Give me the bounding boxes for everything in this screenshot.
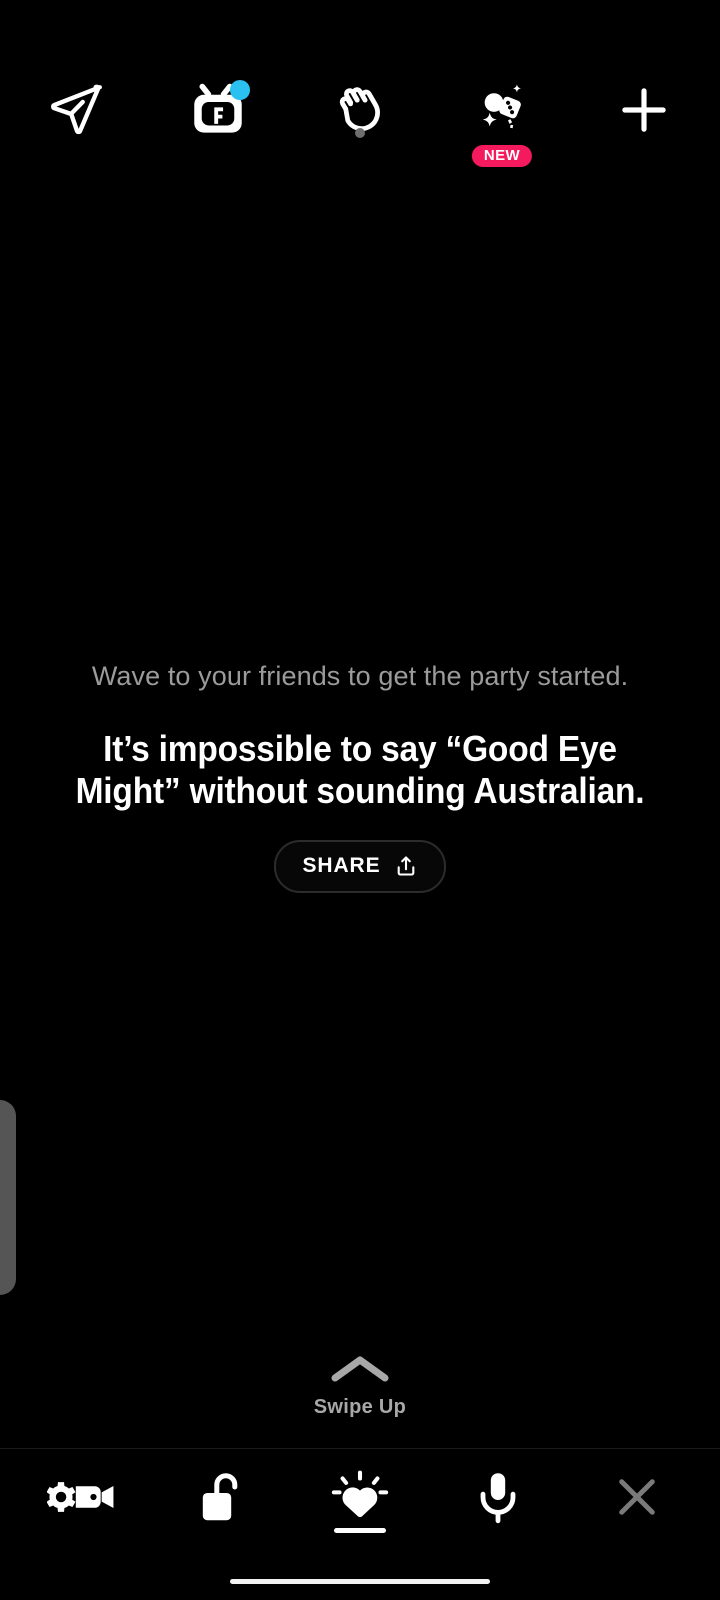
wave-icon-wrap bbox=[324, 74, 396, 146]
camera-settings-button[interactable] bbox=[28, 1449, 138, 1545]
wave-status-dot bbox=[355, 128, 365, 138]
top-bar-item-wave[interactable] bbox=[314, 55, 406, 165]
add-icon-wrap bbox=[608, 74, 680, 146]
share-row: SHARE bbox=[28, 839, 692, 893]
shining-heart-icon bbox=[331, 1469, 389, 1525]
new-badge: NEW bbox=[471, 145, 533, 167]
effects-active-indicator bbox=[333, 1527, 386, 1533]
wave-prompt-text: Wave to your friends to get the party st… bbox=[91, 661, 629, 691]
effects-button[interactable] bbox=[305, 1449, 415, 1545]
paper-plane-icon bbox=[45, 79, 107, 141]
games-icon-wrap bbox=[466, 74, 538, 146]
share-upload-icon bbox=[394, 854, 418, 878]
joke-headline: It’s impossible to say “Good Eye Might” … bbox=[75, 727, 645, 811]
top-bar-item-games[interactable]: NEW bbox=[456, 55, 548, 167]
top-bar-item-add[interactable] bbox=[598, 55, 690, 165]
lock-room-button[interactable] bbox=[167, 1449, 277, 1545]
top-bar-item-watch[interactable] bbox=[172, 55, 264, 165]
home-indicator bbox=[230, 1579, 490, 1584]
swipe-up-label: Swipe Up bbox=[313, 1396, 407, 1418]
bottom-toolbar bbox=[0, 1448, 720, 1544]
close-button[interactable] bbox=[582, 1449, 692, 1545]
watch-notification-dot bbox=[230, 80, 250, 100]
center-content: Wave to your friends to get the party st… bbox=[0, 660, 720, 893]
top-bar: NEW bbox=[0, 0, 720, 190]
close-x-icon bbox=[610, 1470, 664, 1524]
microphone-icon bbox=[476, 1469, 520, 1525]
chevron-up-icon bbox=[328, 1352, 392, 1388]
drawer-handle[interactable] bbox=[0, 1100, 16, 1295]
watch-icon-wrap bbox=[182, 74, 254, 146]
share-button[interactable]: SHARE bbox=[274, 839, 446, 893]
swipe-up-affordance[interactable]: Swipe Up bbox=[0, 1352, 720, 1419]
unlocked-padlock-icon bbox=[198, 1469, 246, 1525]
gear-camera-icon bbox=[47, 1474, 119, 1520]
microphone-button[interactable] bbox=[443, 1449, 553, 1545]
games-sparkle-icon bbox=[470, 78, 534, 142]
top-bar-item-send[interactable] bbox=[30, 55, 122, 165]
send-icon-wrap bbox=[40, 74, 112, 146]
share-button-label: SHARE bbox=[302, 853, 381, 877]
plus-icon bbox=[613, 79, 675, 141]
